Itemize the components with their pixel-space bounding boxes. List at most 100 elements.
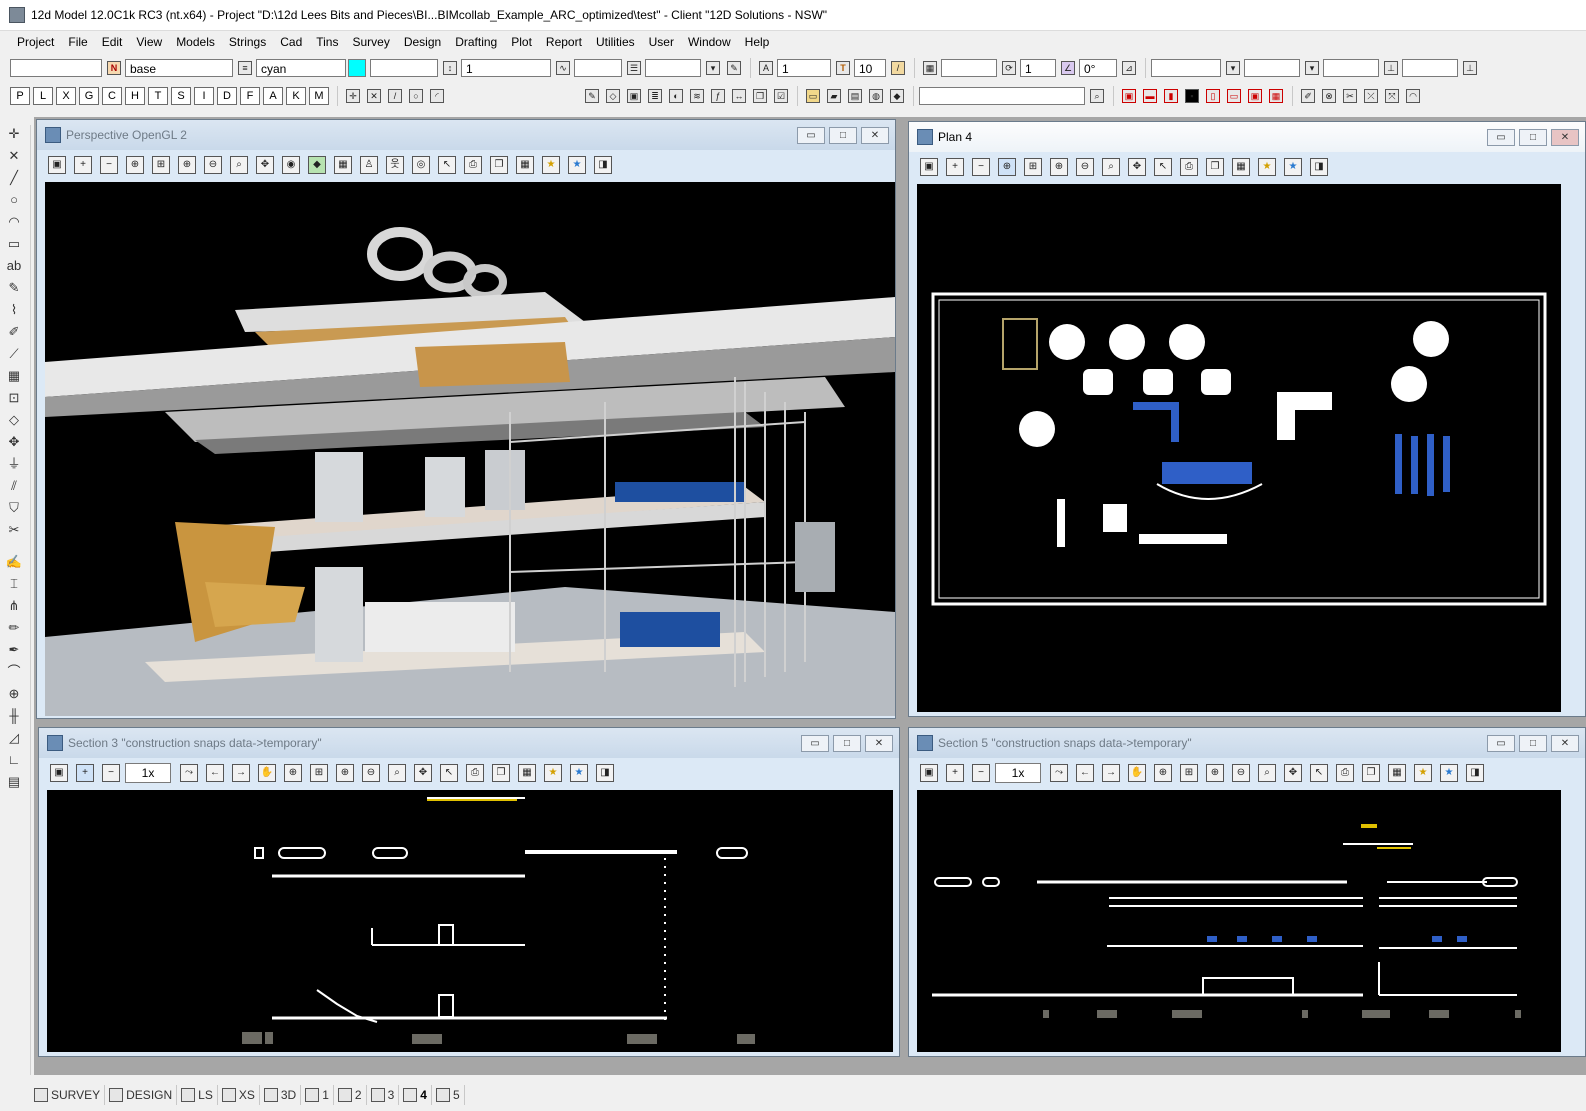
point-tool-icon[interactable]: ✛: [5, 125, 23, 143]
menu-strings[interactable]: Strings: [222, 31, 273, 53]
angle-tool-icon[interactable]: ∟: [5, 751, 23, 769]
add-icon[interactable]: +: [943, 155, 967, 179]
section5-canvas[interactable]: [917, 790, 1561, 1052]
frame-red-icon-7[interactable]: ▦: [1266, 86, 1286, 106]
close-button[interactable]: ✕: [1551, 129, 1579, 146]
section3-title-bar[interactable]: Section 3 "construction snaps data->temp…: [39, 728, 899, 758]
measure-tool-icon[interactable]: ⟋: [5, 345, 23, 363]
plan-canvas[interactable]: [917, 184, 1561, 712]
rotate-icon[interactable]: ⟳: [999, 58, 1019, 78]
menu-plot[interactable]: Plot: [504, 31, 539, 53]
name-toggle-icon[interactable]: N: [104, 58, 124, 78]
snap-a-button[interactable]: A: [263, 87, 283, 105]
add-icon[interactable]: +: [73, 761, 97, 785]
rail-tool-icon[interactable]: ╫: [5, 707, 23, 725]
section3-canvas[interactable]: [47, 790, 893, 1052]
remove-icon[interactable]: −: [99, 761, 123, 785]
snap-arc-icon[interactable]: ◜: [427, 86, 447, 106]
profile-icon[interactable]: ⤳: [1047, 761, 1071, 785]
snap-d-button[interactable]: D: [217, 87, 237, 105]
close-button[interactable]: ✕: [865, 735, 893, 752]
list-icon[interactable]: ≣: [645, 86, 665, 106]
menu-help[interactable]: Help: [738, 31, 777, 53]
zoom-fit-icon[interactable]: ⊞: [149, 153, 173, 177]
frame-red-icon-1[interactable]: ▣: [1119, 86, 1139, 106]
table-tool-icon[interactable]: ▦: [5, 367, 23, 385]
slope-tool-icon[interactable]: ◿: [5, 729, 23, 747]
snap-k-button[interactable]: K: [286, 87, 306, 105]
menu-window[interactable]: Window: [681, 31, 738, 53]
minimize-button[interactable]: ▭: [1487, 735, 1515, 752]
star-icon[interactable]: ★: [1255, 155, 1279, 179]
menu-tins[interactable]: Tins: [309, 31, 345, 53]
arrow-left-icon[interactable]: ←: [1073, 761, 1097, 785]
colour-swatch[interactable]: [348, 59, 366, 77]
axis-icon[interactable]: ⊥: [1460, 58, 1480, 78]
snap-i-button[interactable]: I: [194, 87, 214, 105]
zoom-extents-icon[interactable]: ⊕: [995, 155, 1019, 179]
menu-view[interactable]: View: [129, 31, 169, 53]
window-icon[interactable]: ❐: [1203, 155, 1227, 179]
grid-field[interactable]: [941, 59, 997, 77]
save-view-icon[interactable]: ▣: [47, 761, 71, 785]
zoom-extents-icon[interactable]: ⊕: [1151, 761, 1175, 785]
text-style-field[interactable]: [645, 59, 701, 77]
minimize-button[interactable]: ▭: [797, 127, 825, 144]
star-icon[interactable]: ★: [541, 761, 565, 785]
zoom-in-icon[interactable]: ⊕: [1203, 761, 1227, 785]
curve-tool-icon[interactable]: ⌒: [5, 663, 23, 681]
eraser-tool-icon[interactable]: ◇: [5, 411, 23, 429]
maximize-button[interactable]: □: [833, 735, 861, 752]
text-height-icon[interactable]: A: [756, 58, 776, 78]
print-icon[interactable]: ⎙: [463, 761, 487, 785]
frame-red-icon-2[interactable]: ▬: [1140, 86, 1160, 106]
menu-user[interactable]: User: [642, 31, 681, 53]
print-icon[interactable]: ⎙: [461, 153, 485, 177]
perspective-canvas[interactable]: [45, 182, 895, 716]
draw-icon-3[interactable]: ✂: [1340, 86, 1360, 106]
arc-tool-icon[interactable]: ◠: [5, 213, 23, 231]
chevron-down-icon[interactable]: ▾: [1223, 58, 1243, 78]
remove-icon[interactable]: −: [969, 155, 993, 179]
pan-icon[interactable]: ✥: [253, 153, 277, 177]
window-icon[interactable]: ❐: [489, 761, 513, 785]
pick-icon[interactable]: ↖: [435, 153, 459, 177]
grid-view-icon[interactable]: ▦: [1385, 761, 1409, 785]
function-icon[interactable]: ƒ: [708, 86, 728, 106]
nodes-tool-icon[interactable]: ⋔: [5, 597, 23, 615]
text-tool-icon[interactable]: ab: [5, 257, 23, 275]
tag-icon[interactable]: ◇: [603, 86, 623, 106]
zoom-region-tool-icon[interactable]: ⊡: [5, 389, 23, 407]
menu-report[interactable]: Report: [539, 31, 589, 53]
scissors-tool-icon[interactable]: ✂: [5, 521, 23, 539]
tab-1[interactable]: 1: [301, 1084, 334, 1105]
calculator-tool-icon[interactable]: ▤: [5, 773, 23, 791]
walk-icon[interactable]: ♙: [357, 153, 381, 177]
snap-h-button[interactable]: H: [125, 87, 145, 105]
star-blue-icon[interactable]: ★: [565, 153, 589, 177]
line-tool-icon[interactable]: ╱: [5, 169, 23, 187]
chevron-down-icon[interactable]: ▾: [703, 58, 723, 78]
tab-design[interactable]: DESIGN: [105, 1084, 178, 1105]
arrow-left-icon[interactable]: ←: [203, 761, 227, 785]
zoom-extents-icon[interactable]: ⊕: [123, 153, 147, 177]
snap-s-button[interactable]: S: [171, 87, 191, 105]
zoom-in-icon[interactable]: ⊕: [175, 153, 199, 177]
folder-icon[interactable]: ▭: [803, 86, 823, 106]
arrow-right-icon[interactable]: →: [229, 761, 253, 785]
snap-f-button[interactable]: F: [240, 87, 260, 105]
snap-t-button[interactable]: T: [148, 87, 168, 105]
rectangle-tool-icon[interactable]: ▭: [5, 235, 23, 253]
line-weight-icon[interactable]: ☰: [624, 58, 644, 78]
zoom-fit-icon[interactable]: ⊞: [1177, 761, 1201, 785]
layers-icon[interactable]: ≡: [235, 58, 255, 78]
zoom-in-icon[interactable]: ⊕: [1047, 155, 1071, 179]
zoom-fit-icon[interactable]: ⊞: [1021, 155, 1045, 179]
layers-icon[interactable]: ≋: [687, 86, 707, 106]
save-view-icon[interactable]: ▣: [45, 153, 69, 177]
zoom-icon[interactable]: ⌕: [1099, 155, 1123, 179]
tab-survey[interactable]: SURVEY: [30, 1084, 106, 1105]
zoom-icon[interactable]: ⌕: [1255, 761, 1279, 785]
add-icon[interactable]: +: [943, 761, 967, 785]
frame-red-icon-4[interactable]: ▯: [1203, 86, 1223, 106]
